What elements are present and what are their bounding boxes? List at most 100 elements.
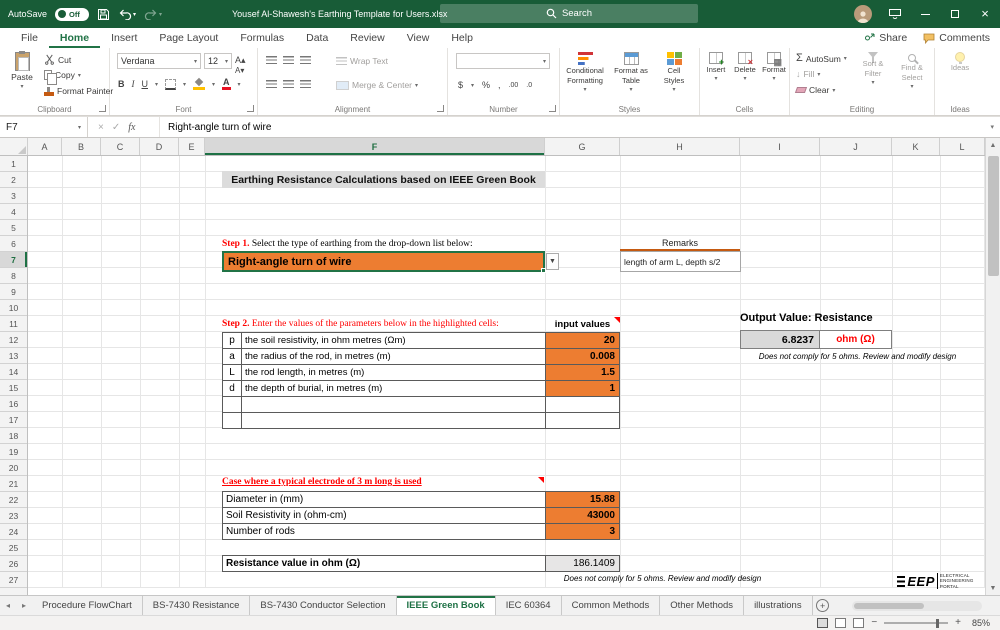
underline-button[interactable]: U: [142, 79, 149, 89]
row-header-23[interactable]: 23: [0, 508, 27, 524]
horizontal-scrollbar-thumb[interactable]: [854, 603, 924, 609]
empty-cell[interactable]: [545, 412, 620, 429]
sheet-tab-other-methods[interactable]: Other Methods: [660, 596, 744, 615]
delete-cells-button[interactable]: × Delete ▾: [731, 52, 759, 82]
vertical-scrollbar[interactable]: ▲ ▼: [985, 138, 1000, 595]
align-middle-button[interactable]: [283, 56, 294, 65]
sheet-tab-illustrations[interactable]: illustrations: [744, 596, 813, 615]
vertical-scrollbar-thumb[interactable]: [988, 156, 999, 276]
param-value-cell[interactable]: 20: [545, 332, 620, 349]
column-header-J[interactable]: J: [820, 138, 892, 155]
case-value-cell[interactable]: 3: [545, 523, 620, 540]
shrink-font-button[interactable]: A▾: [235, 66, 244, 75]
case-label-cell[interactable]: Soil Resistivity in (ohm-cm): [222, 507, 546, 524]
save-button[interactable]: [97, 8, 110, 21]
sheet-title-cell[interactable]: Earthing Resistance Calculations based o…: [222, 171, 545, 188]
scroll-up-icon[interactable]: ▲: [986, 138, 1000, 152]
zoom-slider[interactable]: [884, 622, 948, 624]
empty-cell[interactable]: [241, 412, 546, 429]
sheet-tab-ieee-green-book[interactable]: IEEE Green Book: [397, 596, 496, 615]
number-format-select[interactable]: ▾: [456, 53, 550, 69]
row-header-21[interactable]: 21: [0, 476, 27, 492]
row-header-7[interactable]: 7: [0, 252, 27, 268]
find-select-button[interactable]: Find & Select ▾: [893, 52, 931, 90]
column-header-F[interactable]: F: [205, 138, 545, 155]
ribbon-tab-home[interactable]: Home: [49, 28, 100, 48]
grow-font-button[interactable]: A▴: [235, 55, 246, 66]
column-header-D[interactable]: D: [140, 138, 179, 155]
param-symbol-cell[interactable]: a: [222, 348, 242, 365]
output-unit-cell[interactable]: ohm (Ω): [819, 330, 892, 349]
sheet-tab-bs-7430-conductor-selection[interactable]: BS-7430 Conductor Selection: [250, 596, 396, 615]
remarks-header-cell[interactable]: Remarks: [620, 236, 740, 251]
scroll-down-icon[interactable]: ▼: [986, 581, 1000, 595]
ribbon-tab-formulas[interactable]: Formulas: [229, 28, 295, 48]
param-symbol-cell[interactable]: d: [222, 380, 242, 397]
row-header-26[interactable]: 26: [0, 556, 27, 572]
param-symbol-cell[interactable]: L: [222, 364, 242, 381]
row-header-3[interactable]: 3: [0, 188, 27, 204]
row-header-17[interactable]: 17: [0, 412, 27, 428]
horizontal-scrollbar[interactable]: [852, 601, 982, 611]
row-header-24[interactable]: 24: [0, 524, 27, 540]
currency-button[interactable]: $: [458, 80, 463, 90]
row-header-12[interactable]: 12: [0, 332, 27, 348]
empty-cell[interactable]: [241, 396, 546, 413]
sort-filter-button[interactable]: Sort & Filter ▾: [854, 52, 892, 86]
autosum-button[interactable]: Σ AutoSum ▾: [796, 53, 847, 64]
percent-button[interactable]: %: [482, 80, 490, 90]
undo-button[interactable]: ▾: [118, 8, 136, 20]
decrease-decimal-button[interactable]: .0: [526, 82, 532, 89]
column-header-G[interactable]: G: [545, 138, 620, 155]
format-painter-button[interactable]: Format Painter: [44, 86, 113, 96]
insert-function-button[interactable]: fx: [128, 122, 135, 133]
case-label-cell[interactable]: Diameter in (mm): [222, 491, 546, 508]
tab-scroll-right-icon[interactable]: ▸: [16, 596, 32, 615]
case-label-cell[interactable]: Number of rods: [222, 523, 546, 540]
row-header-5[interactable]: 5: [0, 220, 27, 236]
share-button[interactable]: Share: [864, 32, 907, 44]
column-header-E[interactable]: E: [179, 138, 205, 155]
name-box[interactable]: F7 ▾: [0, 117, 88, 137]
row-header-16[interactable]: 16: [0, 396, 27, 412]
column-header-K[interactable]: K: [892, 138, 940, 155]
row-header-19[interactable]: 19: [0, 444, 27, 460]
param-desc-cell[interactable]: the depth of burial, in metres (m): [241, 380, 546, 397]
param-value-cell[interactable]: 1: [545, 380, 620, 397]
row-header-18[interactable]: 18: [0, 428, 27, 444]
sheet-tab-bs-7430-resistance[interactable]: BS-7430 Resistance: [143, 596, 251, 615]
param-desc-cell[interactable]: the soil resistivity, in ohm metres (Ωm): [241, 332, 546, 349]
zoom-in-button[interactable]: +: [955, 618, 961, 628]
conditional-formatting-button[interactable]: Conditional Formatting ▾: [562, 52, 608, 93]
zoom-level[interactable]: 85%: [968, 618, 990, 628]
row-header-25[interactable]: 25: [0, 540, 27, 556]
ribbon-tab-page-layout[interactable]: Page Layout: [148, 28, 229, 48]
row-header-10[interactable]: 10: [0, 300, 27, 316]
wrap-text-button[interactable]: Wrap Text: [336, 56, 388, 66]
zoom-out-button[interactable]: −: [871, 618, 877, 628]
sheet-tab-common-methods[interactable]: Common Methods: [562, 596, 661, 615]
cancel-entry-icon[interactable]: ×: [98, 122, 104, 133]
param-value-cell[interactable]: 0.008: [545, 348, 620, 365]
align-left-button[interactable]: [266, 80, 277, 89]
font-name-select[interactable]: Verdana ▾: [117, 53, 201, 69]
empty-cell[interactable]: [222, 396, 242, 413]
ribbon-tab-help[interactable]: Help: [440, 28, 484, 48]
borders-button[interactable]: [165, 79, 176, 90]
dropdown-button[interactable]: ▼: [546, 253, 559, 270]
column-header-C[interactable]: C: [101, 138, 140, 155]
row-header-1[interactable]: 1: [0, 156, 27, 172]
comma-style-button[interactable]: ,: [498, 80, 501, 90]
resistance-value-cell[interactable]: 186.1409: [545, 555, 620, 572]
empty-cell[interactable]: [545, 396, 620, 413]
ribbon-tab-review[interactable]: Review: [339, 28, 395, 48]
zoom-slider-thumb[interactable]: [936, 619, 939, 628]
row-header-15[interactable]: 15: [0, 380, 27, 396]
param-desc-cell[interactable]: the rod length, in metres (m): [241, 364, 546, 381]
normal-view-button[interactable]: [817, 618, 828, 628]
empty-cell[interactable]: [222, 412, 242, 429]
ribbon-tab-insert[interactable]: Insert: [100, 28, 148, 48]
ribbon-tab-data[interactable]: Data: [295, 28, 339, 48]
column-header-H[interactable]: H: [620, 138, 740, 155]
align-right-button[interactable]: [300, 80, 311, 89]
